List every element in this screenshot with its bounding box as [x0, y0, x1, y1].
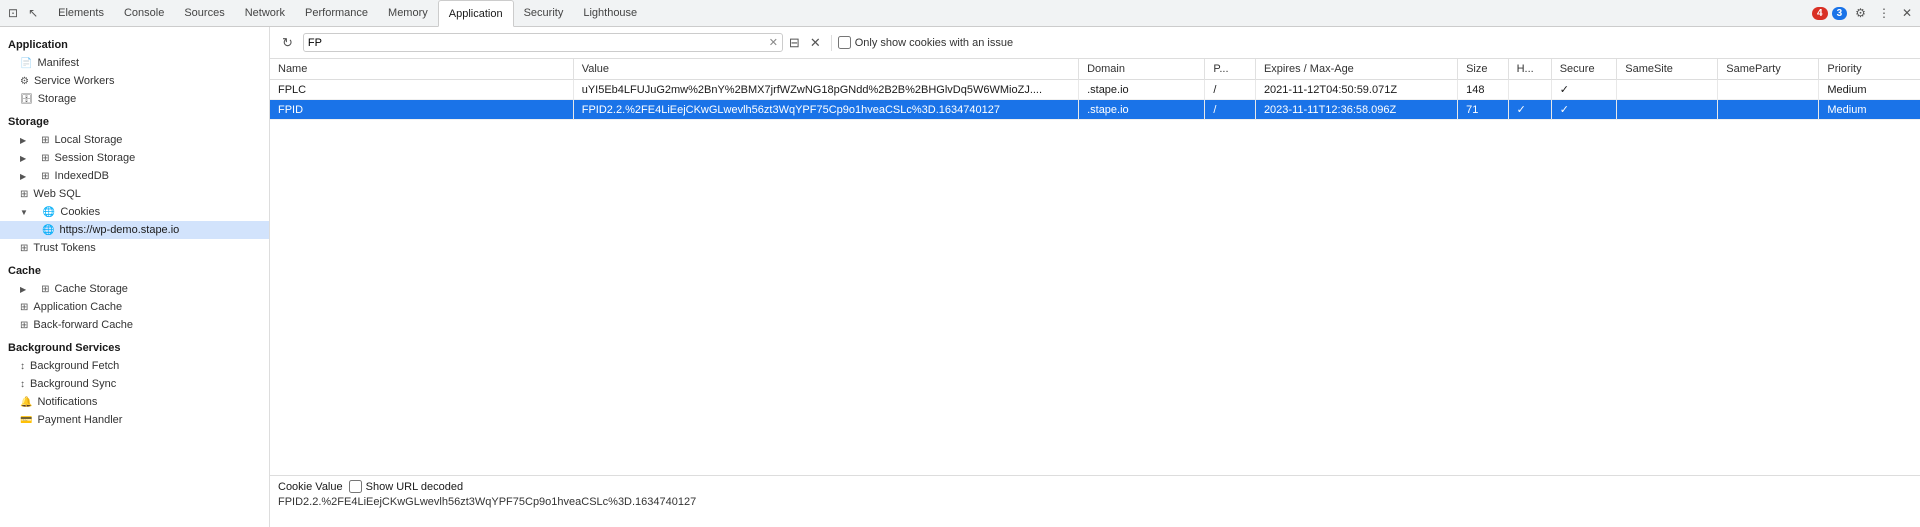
toolbar: ↻ ✕ ⊟ ✕ Only show cookies with an issue: [270, 27, 1920, 59]
section-background-services: Background Services: [0, 334, 269, 357]
close-icon[interactable]: ✕: [1898, 4, 1916, 22]
dock-icon[interactable]: ⊡: [4, 4, 22, 22]
toolbar-divider: [831, 35, 832, 51]
cookie-value-text: FPID2.2.%2FE4LiEejCKwGLwevlh56zt3WqYPF75…: [278, 496, 1912, 508]
back-forward-cache-icon: ⊞: [20, 320, 28, 331]
col-header-name[interactable]: Name: [270, 59, 573, 80]
settings-icon[interactable]: ⚙: [1851, 4, 1870, 22]
session-storage-icon: ⊞: [41, 153, 49, 164]
indexeddb-icon: ⊞: [41, 171, 49, 182]
warning-badge: 3: [1832, 7, 1848, 20]
error-badge: 4: [1812, 7, 1828, 20]
cookies-table-wrapper: Name Value Domain P... Expires / Max-Age…: [270, 59, 1920, 475]
more-icon[interactable]: ⋮: [1874, 4, 1894, 22]
cookie-value-label: Cookie Value: [278, 481, 343, 493]
col-header-samesite[interactable]: SameSite: [1617, 59, 1718, 80]
sidebar-item-manifest[interactable]: 📄 Manifest: [0, 54, 269, 72]
cookie-value-header: Cookie Value Show URL decoded: [278, 480, 1912, 493]
sidebar-item-background-sync[interactable]: ↕ Background Sync: [0, 375, 269, 393]
storage-top-icon: 🗄: [20, 94, 33, 105]
url-decode-checkbox[interactable]: [349, 480, 362, 493]
tab-application[interactable]: Application: [438, 0, 514, 27]
tab-sources[interactable]: Sources: [174, 0, 234, 27]
sidebar: Application 📄 Manifest ⚙ Service Workers…: [0, 27, 270, 527]
sidebar-item-back-forward-cache[interactable]: ⊞ Back-forward Cache: [0, 316, 269, 334]
col-header-priority[interactable]: Priority: [1819, 59, 1920, 80]
only-issues-checkbox[interactable]: [838, 36, 851, 49]
manifest-icon: 📄: [20, 58, 32, 69]
table-row[interactable]: FPIDFPID2.2.%2FE4LiEejCKwGLwevlh56zt3WqY…: [270, 100, 1920, 120]
sidebar-item-storage-top[interactable]: 🗄 Storage: [0, 90, 269, 108]
sidebar-item-local-storage[interactable]: ⊞ Local Storage: [0, 131, 269, 149]
search-clear-icon[interactable]: ✕: [769, 36, 778, 49]
col-header-domain[interactable]: Domain: [1079, 59, 1205, 80]
search-input[interactable]: [308, 37, 769, 49]
table-header-row: Name Value Domain P... Expires / Max-Age…: [270, 59, 1920, 80]
cookie-value-panel: Cookie Value Show URL decoded FPID2.2.%2…: [270, 475, 1920, 527]
cookies-icon: 🌐: [43, 207, 55, 218]
refresh-button[interactable]: ↻: [278, 33, 297, 53]
search-wrapper: ✕: [303, 33, 783, 52]
section-cache: Cache: [0, 257, 269, 280]
col-header-secure[interactable]: Secure: [1551, 59, 1617, 80]
col-header-expires[interactable]: Expires / Max-Age: [1255, 59, 1457, 80]
inspect-icon[interactable]: ↖: [24, 4, 42, 22]
cookies-tbody: FPLCuYI5Eb4LFUJuG2mw%2BnY%2BMX7jrfWZwNG1…: [270, 80, 1920, 120]
cache-storage-icon: ⊞: [41, 284, 49, 295]
sidebar-item-notifications[interactable]: 🔔 Notifications: [0, 393, 269, 411]
delete-button[interactable]: ✕: [806, 33, 825, 53]
payment-handler-icon: 💳: [20, 415, 32, 426]
sidebar-item-payment-handler[interactable]: 💳 Payment Handler: [0, 411, 269, 429]
main-layout: Application 📄 Manifest ⚙ Service Workers…: [0, 27, 1920, 527]
notifications-icon: 🔔: [20, 397, 32, 408]
application-cache-icon: ⊞: [20, 302, 28, 313]
cookie-url-icon: 🌐: [42, 225, 54, 236]
col-header-http[interactable]: H...: [1508, 59, 1551, 80]
sidebar-item-application-cache[interactable]: ⊞ Application Cache: [0, 298, 269, 316]
sidebar-item-session-storage[interactable]: ⊞ Session Storage: [0, 149, 269, 167]
col-header-sameparty[interactable]: SameParty: [1718, 59, 1819, 80]
section-application: Application: [0, 31, 269, 54]
sidebar-item-cache-storage[interactable]: ⊞ Cache Storage: [0, 280, 269, 298]
col-header-path[interactable]: P...: [1205, 59, 1256, 80]
service-workers-icon: ⚙: [20, 76, 29, 87]
tab-console[interactable]: Console: [114, 0, 174, 27]
filter-icon[interactable]: ⊟: [789, 35, 800, 51]
tab-memory[interactable]: Memory: [378, 0, 438, 27]
tab-performance[interactable]: Performance: [295, 0, 378, 27]
col-header-value[interactable]: Value: [573, 59, 1078, 80]
tab-bar-controls: ⊡ ↖: [4, 4, 42, 22]
local-storage-icon: ⊞: [41, 135, 49, 146]
table-row[interactable]: FPLCuYI5Eb4LFUJuG2mw%2BnY%2BMX7jrfWZwNG1…: [270, 80, 1920, 100]
tab-bar-right: 4 3 ⚙ ⋮ ✕: [1812, 4, 1920, 22]
sidebar-item-cookies[interactable]: 🌐 Cookies: [0, 203, 269, 221]
sidebar-item-web-sql[interactable]: ⊞ Web SQL: [0, 185, 269, 203]
section-storage: Storage: [0, 108, 269, 131]
web-sql-icon: ⊞: [20, 189, 28, 200]
tab-security[interactable]: Security: [514, 0, 574, 27]
sidebar-item-cookies-url[interactable]: 🌐 https://wp-demo.stape.io: [0, 221, 269, 239]
sidebar-item-service-workers[interactable]: ⚙ Service Workers: [0, 72, 269, 90]
col-header-size[interactable]: Size: [1458, 59, 1509, 80]
tab-network[interactable]: Network: [235, 0, 295, 27]
sidebar-item-background-fetch[interactable]: ↕ Background Fetch: [0, 357, 269, 375]
sidebar-item-trust-tokens[interactable]: ⊞ Trust Tokens: [0, 239, 269, 257]
only-issues-label[interactable]: Only show cookies with an issue: [838, 36, 1013, 49]
tab-lighthouse[interactable]: Lighthouse: [573, 0, 647, 27]
bg-fetch-icon: ↕: [20, 361, 25, 372]
sidebar-item-indexeddb[interactable]: ⊞ IndexedDB: [0, 167, 269, 185]
trust-tokens-icon: ⊞: [20, 243, 28, 254]
tab-elements[interactable]: Elements: [48, 0, 114, 27]
url-decode-label[interactable]: Show URL decoded: [349, 480, 463, 493]
content-area: ↻ ✕ ⊟ ✕ Only show cookies with an issue …: [270, 27, 1920, 527]
cookies-table: Name Value Domain P... Expires / Max-Age…: [270, 59, 1920, 120]
tab-bar: ⊡ ↖ Elements Console Sources Network Per…: [0, 0, 1920, 27]
bg-sync-icon: ↕: [20, 379, 25, 390]
